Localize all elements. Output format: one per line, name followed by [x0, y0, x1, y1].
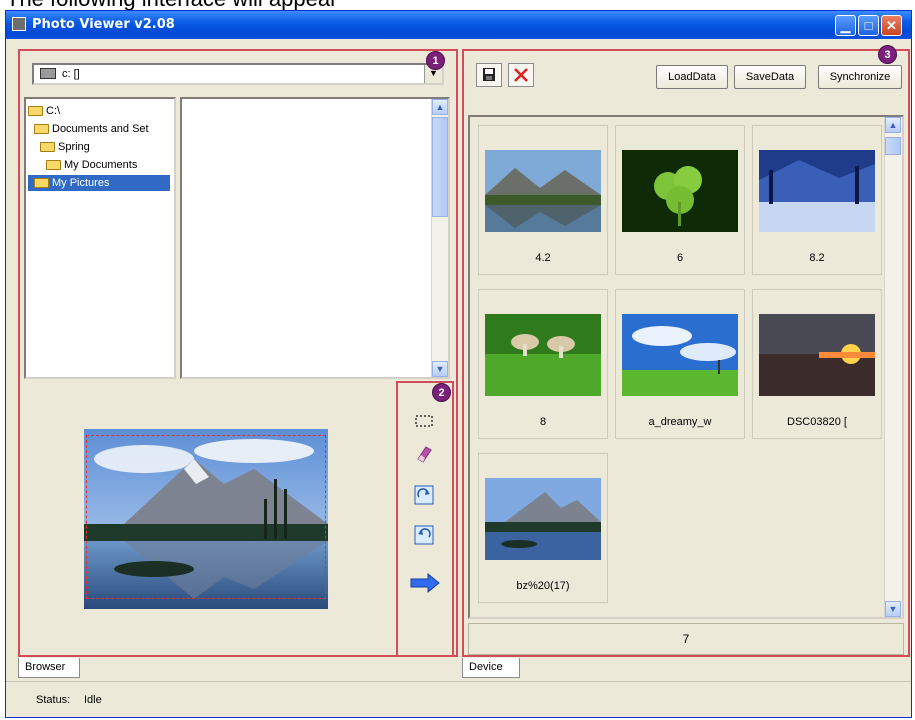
- folder-icon: [28, 106, 43, 116]
- tool-strip: [400, 387, 448, 652]
- tab-browser[interactable]: Browser: [18, 658, 80, 678]
- rotate-left-icon[interactable]: [414, 525, 434, 545]
- tree-item-documents[interactable]: Documents and Set: [34, 121, 152, 137]
- close-button[interactable]: ✕: [881, 15, 902, 36]
- scroll-thumb[interactable]: [432, 117, 448, 217]
- folder-icon: [40, 142, 55, 152]
- status-value: Idle: [84, 694, 102, 706]
- folder-icon: [46, 160, 61, 170]
- annotation-badge-2: 2: [432, 383, 451, 402]
- thumbnail-image: [485, 150, 601, 232]
- thumbnail-image: [622, 150, 738, 232]
- image-preview[interactable]: [24, 387, 388, 652]
- maximize-button[interactable]: □: [858, 15, 879, 36]
- save-disk-button[interactable]: [476, 63, 502, 87]
- thumbnail-item[interactable]: bz%20(17): [478, 453, 608, 603]
- thumbnail-scrollbar[interactable]: ▲ ▼: [884, 117, 902, 617]
- annotation-badge-3: 3: [878, 45, 897, 64]
- window-title: Photo Viewer v2.08: [32, 17, 175, 32]
- folder-icon: [34, 178, 49, 188]
- scroll-down-icon[interactable]: ▼: [885, 601, 901, 617]
- status-label: Status:: [36, 694, 71, 706]
- selection-rectangle[interactable]: [86, 435, 326, 599]
- send-arrow-icon[interactable]: [410, 573, 440, 593]
- status-bar: Status: Idle: [6, 681, 911, 717]
- thumbnail-image: [759, 314, 875, 396]
- photo-viewer-window: Photo Viewer v2.08 ▁ □ ✕ c: [] ▼ C:\ Doc…: [5, 10, 912, 718]
- save-disk-icon: [483, 68, 495, 81]
- thumbnail-item[interactable]: 8.2: [752, 125, 882, 275]
- tree-item-spring[interactable]: Spring: [40, 139, 93, 155]
- load-data-button[interactable]: LoadData: [656, 65, 728, 89]
- rotate-right-icon[interactable]: [414, 485, 434, 505]
- file-list-scrollbar[interactable]: ▲ ▼: [431, 99, 448, 377]
- thumbnail-image: [485, 478, 601, 560]
- thumbnail-label: 8: [539, 416, 547, 428]
- synchronize-button[interactable]: Synchronize: [818, 65, 902, 89]
- thumbnail-image: [485, 314, 601, 396]
- thumbnail-item[interactable]: 6: [615, 125, 745, 275]
- tree-item-root[interactable]: C:\: [28, 103, 63, 119]
- select-rect-icon[interactable]: [414, 411, 434, 431]
- file-list[interactable]: ▲ ▼: [180, 97, 450, 379]
- annotation-badge-1: 1: [426, 51, 445, 70]
- thumbnail-label: 6: [676, 252, 684, 264]
- thumbnail-item[interactable]: DSC03820 [: [752, 289, 882, 439]
- device-toolbar: LoadData SaveData Synchronize: [466, 53, 910, 105]
- tree-item-my-pictures[interactable]: My Pictures: [28, 175, 170, 191]
- tree-item-my-documents[interactable]: My Documents: [46, 157, 140, 173]
- app-icon: [12, 17, 26, 31]
- drive-icon: [40, 68, 56, 79]
- thumbnail-label: DSC03820 [: [787, 416, 847, 428]
- scroll-up-icon[interactable]: ▲: [885, 117, 901, 133]
- thumbnail-item[interactable]: 4.2: [478, 125, 608, 275]
- tab-device[interactable]: Device: [462, 658, 520, 678]
- drive-select-value: c: []: [62, 68, 80, 80]
- scroll-thumb[interactable]: [885, 137, 901, 155]
- title-bar[interactable]: Photo Viewer v2.08 ▁ □ ✕: [6, 11, 911, 39]
- scroll-up-icon[interactable]: ▲: [432, 99, 448, 115]
- device-thumbnail-grid[interactable]: 4.2 6 8.2 8 a_dreamy_w DSC03820 [bz%20(…: [468, 115, 904, 619]
- eraser-icon[interactable]: [414, 443, 434, 463]
- thumbnail-item[interactable]: 8: [478, 289, 608, 439]
- thumbnail-count: 7: [468, 623, 904, 655]
- thumbnail-label: bz%20(17): [516, 580, 570, 592]
- scroll-down-icon[interactable]: ▼: [432, 361, 448, 377]
- preview-photo: [84, 429, 328, 609]
- delete-x-icon: [514, 68, 528, 82]
- minimize-button[interactable]: ▁: [835, 15, 856, 36]
- save-data-button[interactable]: SaveData: [734, 65, 806, 89]
- drive-select[interactable]: c: [] ▼: [32, 63, 444, 85]
- thumbnail-label: a_dreamy_w: [648, 416, 712, 428]
- thumbnail-image: [759, 150, 875, 232]
- thumbnail-item[interactable]: a_dreamy_w: [615, 289, 745, 439]
- thumbnail-label: 4.2: [535, 252, 551, 264]
- folder-icon: [34, 124, 49, 134]
- thumbnail-image: [622, 314, 738, 396]
- folder-tree[interactable]: C:\ Documents and Set Spring My Document…: [24, 97, 176, 379]
- thumbnail-label: 8.2: [809, 252, 825, 264]
- delete-button[interactable]: [508, 63, 534, 87]
